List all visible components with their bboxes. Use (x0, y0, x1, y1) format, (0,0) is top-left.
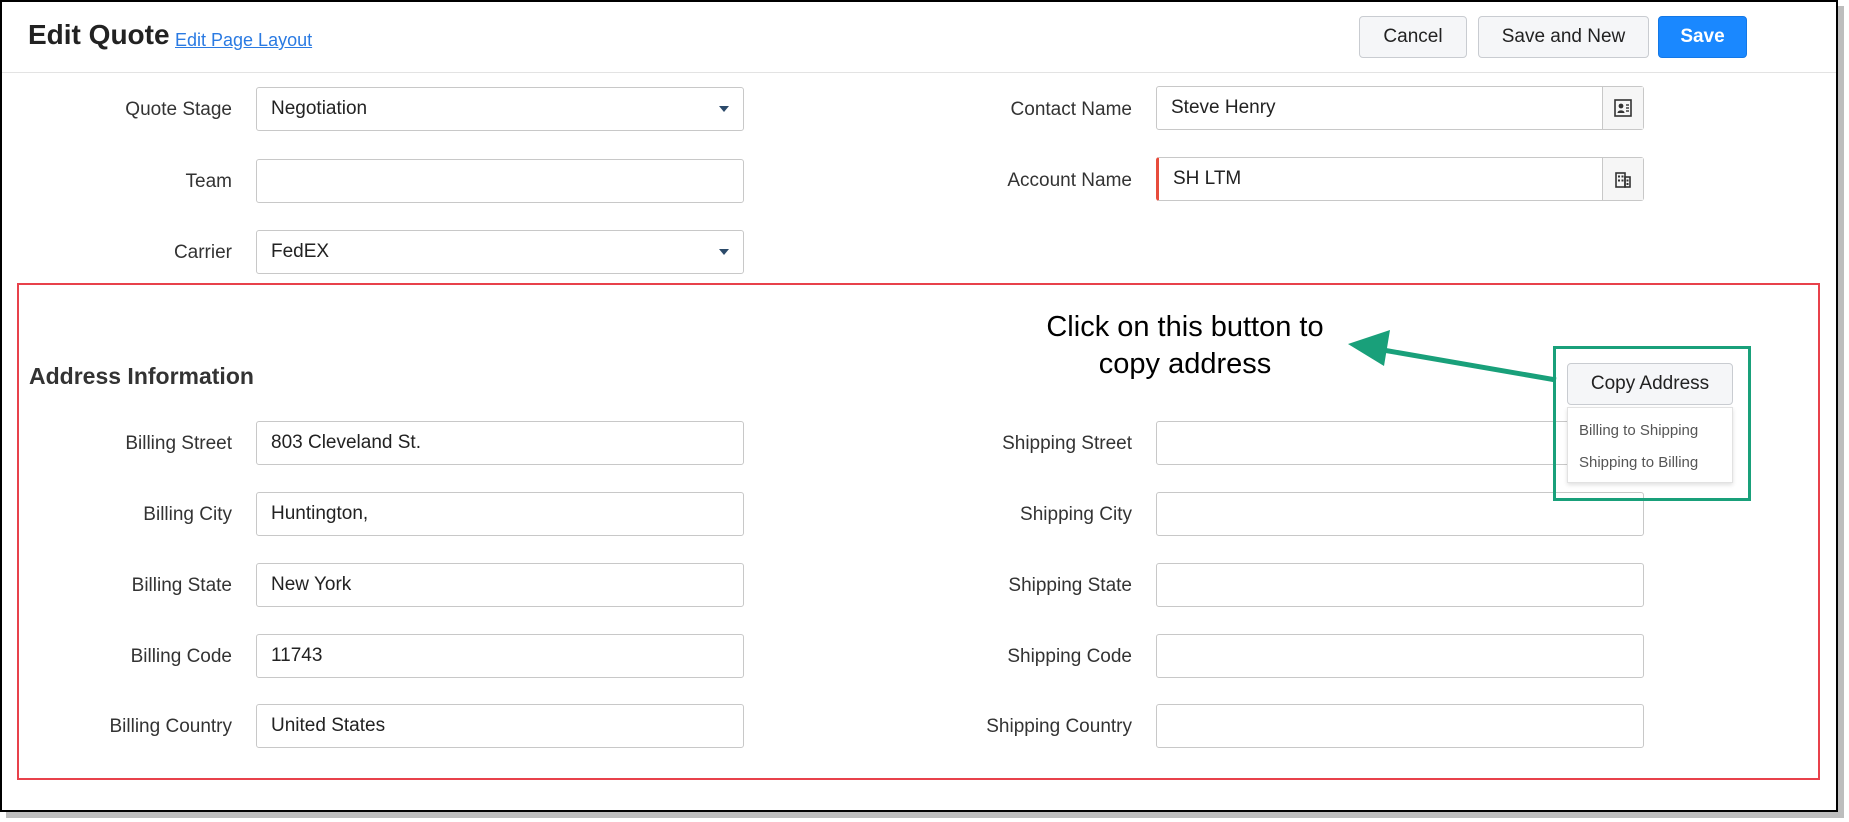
billing-code-value: 11743 (271, 645, 323, 666)
shipping-code-label: Shipping Code (1007, 646, 1132, 667)
shipping-country-label: Shipping Country (986, 716, 1132, 737)
billing-state-input[interactable]: New York (256, 563, 744, 607)
billing-country-input[interactable]: United States (256, 704, 744, 748)
copy-address-highlight-box (1553, 346, 1751, 501)
billing-street-input[interactable]: 803 Cleveland St. (256, 421, 744, 465)
billing-city-input[interactable]: Huntington, (256, 492, 744, 536)
billing-street-label: Billing Street (125, 433, 232, 454)
shipping-country-input[interactable] (1156, 704, 1644, 748)
billing-code-input[interactable]: 11743 (256, 634, 744, 678)
billing-street-value: 803 Cleveland St. (271, 432, 421, 453)
shipping-street-label: Shipping Street (1002, 433, 1132, 454)
shipping-city-label: Shipping City (1020, 504, 1132, 525)
billing-state-value: New York (271, 574, 352, 595)
billing-country-value: United States (271, 715, 386, 736)
billing-country-label: Billing Country (109, 716, 233, 737)
shipping-state-input[interactable] (1156, 563, 1644, 607)
shipping-code-input[interactable] (1156, 634, 1644, 678)
billing-state-label: Billing State (131, 575, 232, 596)
billing-code-label: Billing Code (130, 646, 232, 667)
billing-city-label: Billing City (143, 504, 232, 525)
billing-city-value: Huntington, (271, 503, 369, 524)
shipping-state-label: Shipping State (1008, 575, 1132, 596)
